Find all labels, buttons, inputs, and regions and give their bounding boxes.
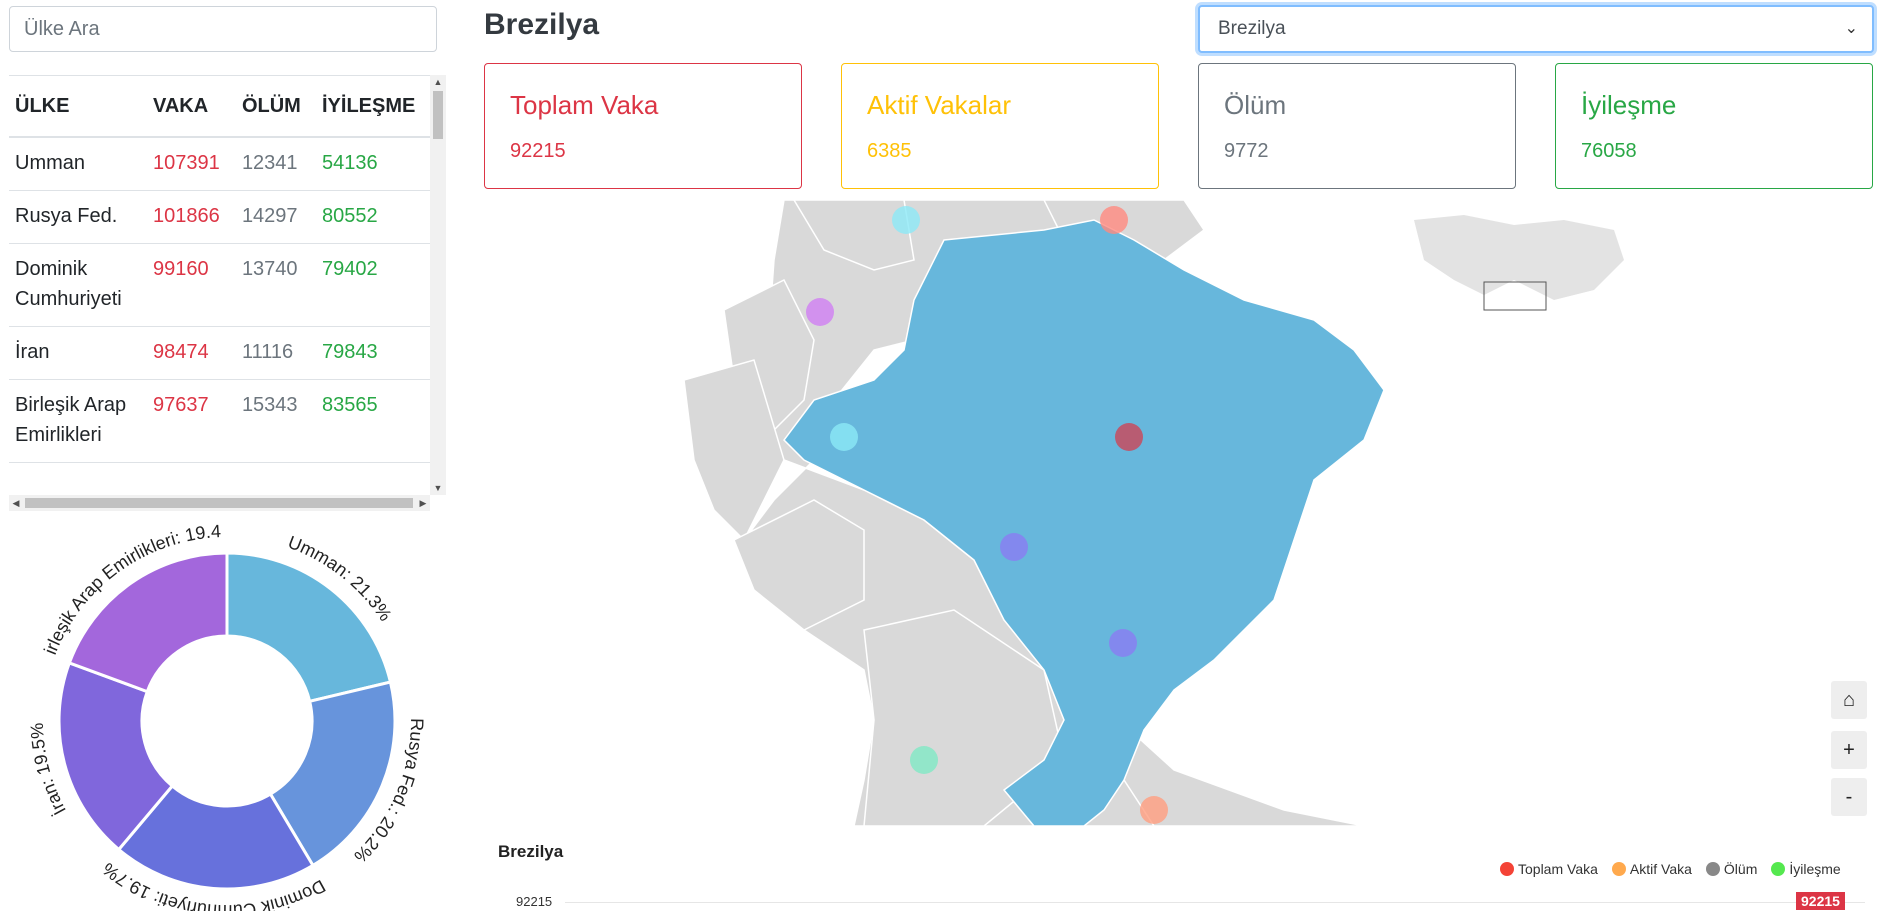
legend-label: Ölüm bbox=[1723, 861, 1758, 877]
donut-slice[interactable] bbox=[225, 551, 393, 704]
table-row[interactable]: Rusya Fed. 101866 14297 80552 bbox=[9, 190, 435, 244]
map-bubble[interactable] bbox=[910, 746, 938, 774]
cell-deaths: 12341 bbox=[235, 137, 316, 191]
legend-item[interactable]: İyileşme bbox=[1771, 861, 1841, 877]
cell-deaths: 14297 bbox=[235, 190, 316, 244]
cell-country: İran bbox=[9, 326, 147, 380]
legend-item[interactable]: Ölüm bbox=[1705, 861, 1758, 877]
cell-cases: 101866 bbox=[147, 190, 236, 244]
stat-card-deaths: Ölüm 9772 bbox=[1198, 63, 1516, 189]
card-title: Toplam Vaka bbox=[510, 90, 659, 120]
legend-label: Toplam Vaka bbox=[1518, 861, 1598, 877]
scroll-left-icon[interactable]: ◀ bbox=[9, 495, 23, 511]
cell-cases: 107391 bbox=[147, 137, 236, 191]
country-select[interactable]: Brezilya ⌄ bbox=[1198, 5, 1874, 53]
card-title: Aktif Vakalar bbox=[867, 90, 1012, 120]
header-deaths[interactable]: ÖLÜM bbox=[235, 76, 316, 138]
cell-recovered: 79402 bbox=[316, 243, 435, 327]
card-value: 76058 bbox=[1581, 140, 1637, 162]
card-value: 92215 bbox=[510, 140, 566, 162]
zoom-out-button[interactable]: - bbox=[1831, 778, 1867, 816]
cell-country: Birleşik Arap Emirlikleri bbox=[9, 379, 147, 463]
country-select-value: Brezilya bbox=[1218, 18, 1286, 39]
chevron-down-icon: ⌄ bbox=[1844, 20, 1858, 37]
legend-marker-icon bbox=[1611, 862, 1626, 876]
stat-card-recovered: İyileşme 76058 bbox=[1555, 63, 1873, 189]
last-value-badge: 92215 bbox=[1796, 892, 1845, 910]
cases-donut-chart: Umman: 21.3%Rusya Fed.: 20.2%Dominik Cum… bbox=[0, 515, 427, 911]
card-title: Ölüm bbox=[1224, 90, 1287, 120]
country-table: ÜLKE VAKA ÖLÜM İYİLEŞME Umman 107391 123… bbox=[9, 76, 435, 463]
map-bubble[interactable] bbox=[830, 423, 858, 451]
card-value: 9772 bbox=[1224, 140, 1269, 162]
table-row[interactable]: Dominik Cumhuriyeti 99160 13740 79402 bbox=[9, 243, 435, 327]
world-map[interactable] bbox=[484, 200, 1876, 826]
map-bubble[interactable] bbox=[1115, 423, 1143, 451]
table-header-row: ÜLKE VAKA ÖLÜM İYİLEŞME bbox=[9, 76, 435, 138]
header-cases[interactable]: VAKA bbox=[147, 76, 236, 138]
chart-legend: Toplam Vaka Aktif Vaka Ölüm İyileşme bbox=[1500, 861, 1841, 877]
cell-country: Dominik Cumhuriyeti bbox=[9, 243, 147, 327]
cell-country: Rusya Fed. bbox=[9, 190, 147, 244]
cell-country: Umman bbox=[9, 137, 147, 191]
home-icon[interactable]: ⌂ bbox=[1831, 681, 1867, 719]
header-country[interactable]: ÜLKE bbox=[9, 76, 147, 138]
minimap[interactable] bbox=[1394, 200, 1626, 311]
page-title: Brezilya bbox=[484, 8, 600, 41]
scroll-right-icon[interactable]: ▶ bbox=[416, 495, 430, 511]
detail-chart-title: Brezilya bbox=[498, 842, 564, 861]
chart-gridline bbox=[565, 902, 1865, 903]
table-row[interactable]: İran 98474 11116 79843 bbox=[9, 326, 435, 380]
legend-marker-icon bbox=[1705, 862, 1720, 876]
cell-recovered: 79843 bbox=[316, 326, 435, 380]
scroll-up-icon[interactable]: ▲ bbox=[430, 75, 446, 89]
cell-cases: 98474 bbox=[147, 326, 236, 380]
cell-deaths: 13740 bbox=[235, 243, 316, 327]
header-recovered[interactable]: İYİLEŞME bbox=[316, 76, 435, 138]
table-row[interactable]: Umman 107391 12341 54136 bbox=[9, 137, 435, 191]
cell-cases: 97637 bbox=[147, 379, 236, 463]
card-title: İyileşme bbox=[1581, 90, 1677, 120]
scroll-down-icon[interactable]: ▼ bbox=[430, 481, 446, 495]
legend-label: Aktif Vaka bbox=[1629, 861, 1692, 877]
stat-card-total: Toplam Vaka 92215 bbox=[484, 63, 802, 189]
country-table-container[interactable]: ÜLKE VAKA ÖLÜM İYİLEŞME Umman 107391 123… bbox=[9, 75, 446, 496]
map-bubble[interactable] bbox=[1100, 206, 1128, 234]
table-vertical-scrollbar[interactable]: ▲ ▼ bbox=[430, 75, 446, 495]
cell-deaths: 11116 bbox=[235, 326, 316, 380]
legend-label: İyileşme bbox=[1789, 861, 1841, 877]
cell-cases: 99160 bbox=[147, 243, 236, 327]
legend-marker-icon bbox=[1500, 862, 1514, 876]
legend-item[interactable]: Toplam Vaka bbox=[1500, 861, 1598, 877]
cell-recovered: 83565 bbox=[316, 379, 435, 463]
table-row[interactable]: Birleşik Arap Emirlikleri 97637 15343 83… bbox=[9, 379, 435, 463]
legend-item[interactable]: Aktif Vaka bbox=[1611, 861, 1692, 877]
scroll-thumb[interactable] bbox=[25, 498, 413, 508]
card-value: 6385 bbox=[867, 140, 912, 162]
map-bubble[interactable] bbox=[806, 298, 834, 326]
map-bubble[interactable] bbox=[892, 206, 920, 234]
stat-card-active: Aktif Vakalar 6385 bbox=[841, 63, 1159, 189]
map-bubble[interactable] bbox=[1140, 796, 1168, 824]
y-axis-tick: 92215 bbox=[516, 894, 553, 909]
zoom-in-button[interactable]: + bbox=[1831, 731, 1867, 769]
cell-recovered: 80552 bbox=[316, 190, 435, 244]
map-bubble[interactable] bbox=[1000, 533, 1028, 561]
scroll-thumb[interactable] bbox=[433, 91, 443, 139]
cell-recovered: 54136 bbox=[316, 137, 435, 191]
search-input[interactable] bbox=[9, 6, 437, 52]
table-horizontal-scrollbar[interactable]: ◀ ▶ bbox=[9, 495, 430, 511]
cell-deaths: 15343 bbox=[235, 379, 316, 463]
legend-marker-icon bbox=[1771, 862, 1786, 876]
map-bubble[interactable] bbox=[1109, 629, 1137, 657]
